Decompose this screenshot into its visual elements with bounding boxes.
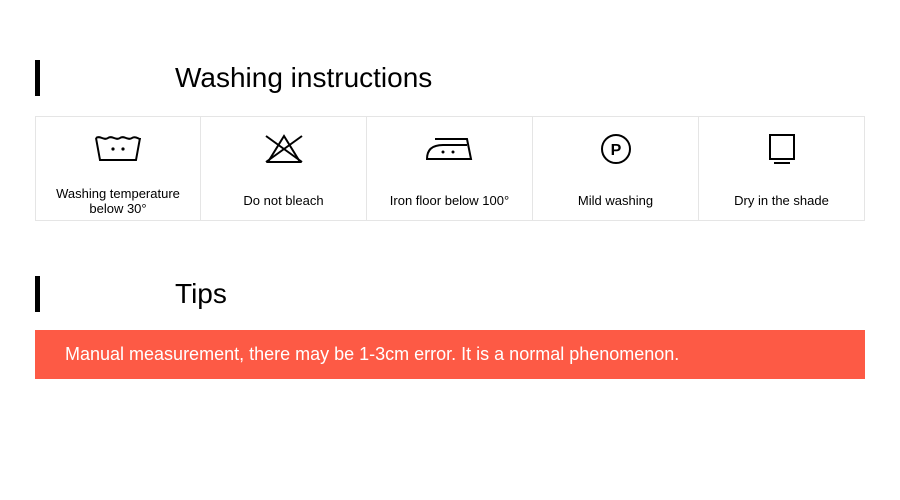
washing-heading: Washing instructions — [175, 62, 432, 94]
tips-heading: Tips — [175, 278, 227, 310]
heading-bar — [35, 60, 40, 96]
svg-text:P: P — [610, 142, 621, 159]
dryclean-p-icon: P — [533, 116, 699, 182]
no-bleach-icon — [201, 116, 367, 182]
care-label: Iron floor below 100° — [367, 181, 533, 221]
tips-heading-row: Tips — [35, 276, 865, 312]
care-label: Dry in the shade — [699, 181, 865, 221]
care-item: Dry in the shade — [699, 116, 865, 221]
iron-low-icon — [367, 116, 533, 182]
care-item: Washing temperature below 30° — [35, 116, 201, 221]
wash-30-icon — [35, 116, 201, 182]
care-item: P Mild washing — [533, 116, 699, 221]
dry-shade-icon — [699, 116, 865, 182]
care-item: Iron floor below 100° — [367, 116, 533, 221]
washing-heading-row: Washing instructions — [35, 60, 865, 96]
care-label: Mild washing — [533, 181, 699, 221]
heading-bar — [35, 276, 40, 312]
tips-banner: Manual measurement, there may be 1-3cm e… — [35, 330, 865, 379]
care-item: Do not bleach — [201, 116, 367, 221]
care-label: Washing temperature below 30° — [35, 181, 201, 221]
care-instructions-grid: Washing temperature below 30° Do not ble… — [35, 116, 865, 221]
page-container: Washing instructions Washing temperature… — [0, 0, 900, 379]
care-label: Do not bleach — [201, 181, 367, 221]
